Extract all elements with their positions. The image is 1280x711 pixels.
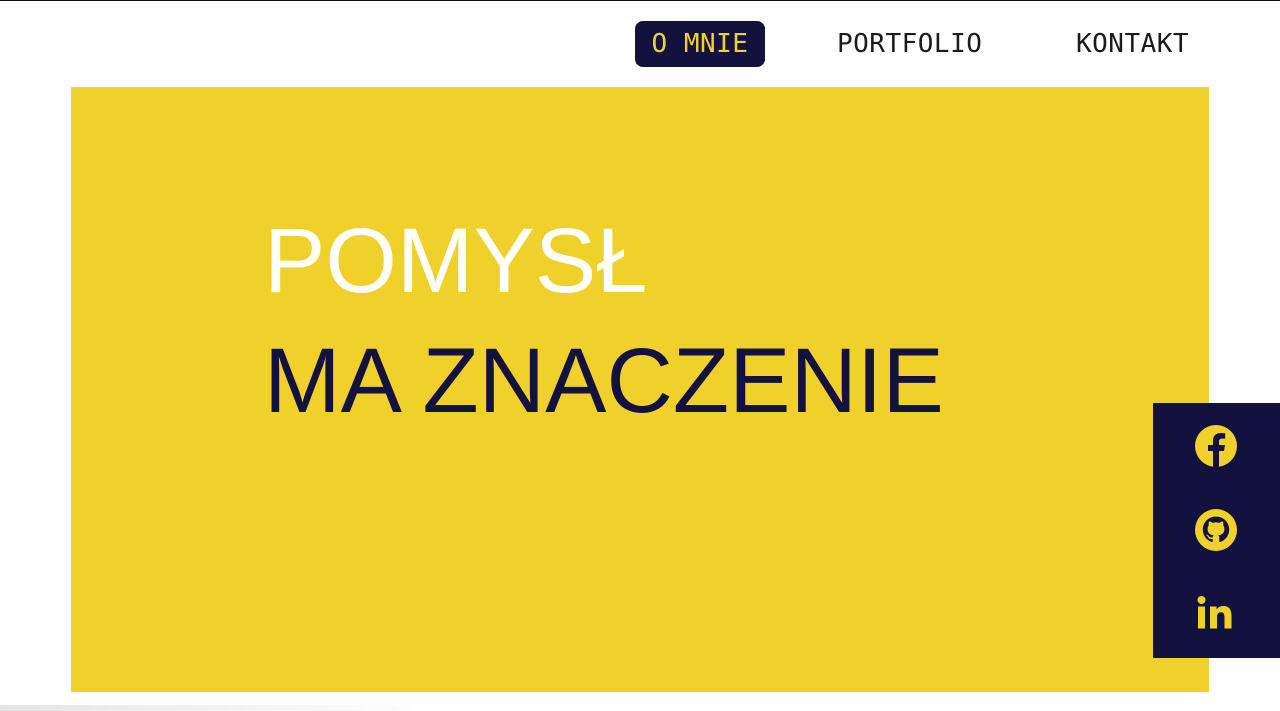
linkedin-icon[interactable] xyxy=(1193,591,1239,637)
main-nav: O MNIE PORTFOLIO KONTAKT xyxy=(0,21,1280,67)
nav-item-kontakt[interactable]: KONTAKT xyxy=(1076,21,1189,67)
top-border xyxy=(0,0,1280,1)
hero-headline-line-1: POMYSŁ xyxy=(264,210,648,312)
social-sidebar xyxy=(1153,403,1280,658)
facebook-icon[interactable] xyxy=(1193,423,1239,469)
hero-banner: POMYSŁ MA ZNACZENIE xyxy=(71,87,1209,692)
bottom-shadow xyxy=(0,705,440,711)
nav-item-portfolio[interactable]: PORTFOLIO xyxy=(837,21,982,67)
github-icon[interactable] xyxy=(1193,507,1239,553)
nav-item-o-mnie[interactable]: O MNIE xyxy=(635,21,765,67)
hero-headline-line-2: MA ZNACZENIE xyxy=(264,330,944,432)
